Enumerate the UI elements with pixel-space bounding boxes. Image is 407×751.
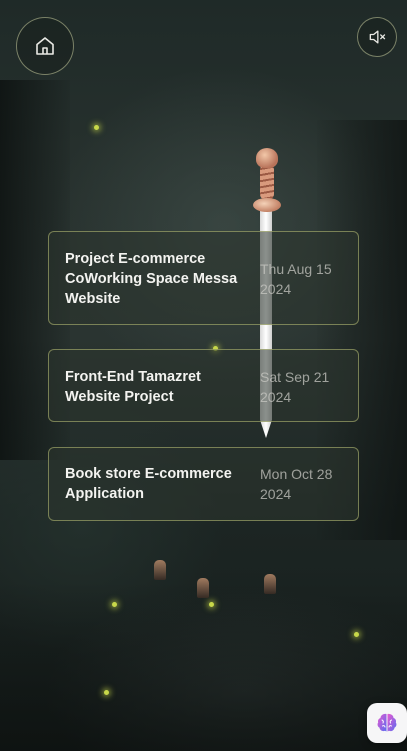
firefly [112, 602, 117, 607]
firefly [104, 690, 109, 695]
project-date: Thu Aug 15 2024 [260, 261, 332, 297]
sword-pommel [256, 148, 278, 168]
sword-grip [260, 164, 274, 200]
project-title: Front-End Tamazret Website Project [65, 369, 201, 405]
home-button[interactable] [16, 17, 74, 75]
speaker-muted-icon [369, 30, 386, 44]
ground-shadow [0, 581, 407, 751]
statue [154, 560, 166, 580]
project-date: Sat Sep 21 2024 [260, 369, 330, 405]
mute-button[interactable] [357, 17, 397, 57]
project-card[interactable]: Book store E-commerce Application Mon Oc… [48, 447, 359, 521]
project-card[interactable]: Project E-commerce CoWorking Space Messa… [48, 231, 359, 325]
statue [264, 574, 276, 594]
project-card[interactable]: Front-End Tamazret Website Project Sat S… [48, 349, 359, 422]
project-date: Mon Oct 28 2024 [260, 466, 333, 502]
sword-guard [253, 198, 281, 212]
home-icon [36, 37, 54, 55]
firefly [354, 632, 359, 637]
firefly [94, 125, 99, 130]
assistant-button[interactable] [367, 703, 407, 743]
brain-icon [377, 713, 397, 732]
project-title: Book store E-commerce Application [65, 466, 232, 502]
project-title: Project E-commerce CoWorking Space Messa… [65, 251, 238, 307]
statue [197, 578, 209, 598]
firefly [209, 602, 214, 607]
